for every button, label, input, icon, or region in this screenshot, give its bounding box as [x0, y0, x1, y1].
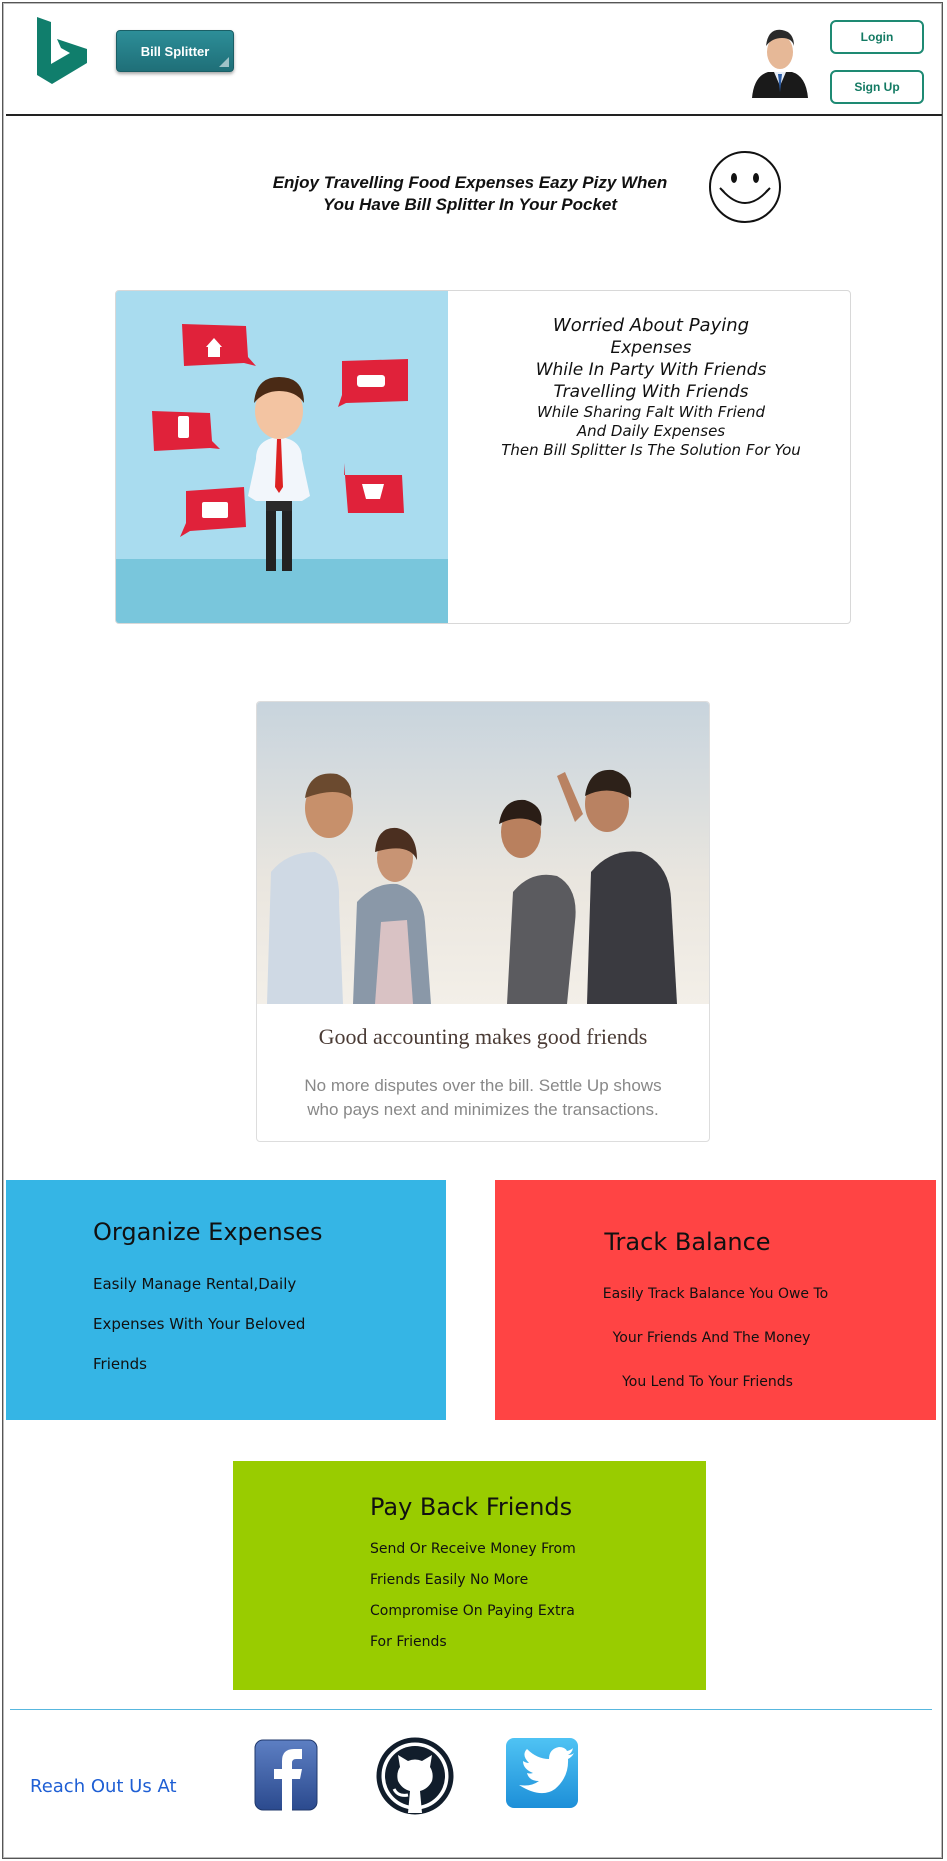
footer-divider — [10, 1709, 932, 1710]
tagline-line-2: You Have Bill Splitter In Your Pocket — [322, 195, 618, 214]
organize-expenses-box: Organize Expenses Easily Manage Rental,D… — [6, 1180, 446, 1420]
worry-line: While In Party With Friends — [535, 360, 767, 380]
tagline-line-1: Enjoy Travelling Food Expenses Eazy Pizy… — [272, 173, 668, 192]
friends-card: Good accounting makes good friends No mo… — [256, 701, 710, 1142]
worry-text: Worried About Paying Expenses While In P… — [456, 315, 846, 460]
organize-line: Expenses With Your Beloved — [93, 1315, 306, 1333]
tagline: Enjoy Travelling Food Expenses Eazy Pizy… — [240, 172, 700, 216]
worry-line: Travelling With Friends — [553, 382, 749, 402]
pay-back-friends-box: Pay Back Friends Send Or Receive Money F… — [233, 1461, 706, 1690]
worry-card: Worried About Paying Expenses While In P… — [115, 290, 851, 624]
payback-line: For Friends — [370, 1634, 447, 1650]
track-balance-box: Track Balance Easily Track Balance You O… — [495, 1180, 936, 1420]
worry-line: Then Bill Splitter Is The Solution For Y… — [501, 441, 801, 459]
payback-line: Friends Easily No More — [370, 1572, 529, 1588]
smiley-icon — [708, 150, 782, 229]
friends-desc-line-2: who pays next and minimizes the transact… — [307, 1100, 659, 1119]
organize-line: Easily Manage Rental,Daily — [93, 1275, 297, 1293]
worry-line: While Sharing Falt With Friend — [536, 403, 766, 421]
twitter-icon[interactable] — [505, 1737, 579, 1814]
friends-photo — [257, 702, 709, 1004]
bill-splitter-button-label: Bill Splitter — [140, 43, 210, 59]
reach-out-label: Reach Out Us At — [30, 1776, 177, 1797]
user-avatar[interactable] — [748, 20, 812, 103]
friends-card-desc: No more disputes over the bill. Settle U… — [287, 1074, 679, 1122]
worry-line: Worried About Paying — [552, 315, 750, 336]
payback-line: Compromise On Paying Extra — [370, 1603, 575, 1619]
organize-title: Organize Expenses — [93, 1218, 323, 1246]
signup-button-label: Sign Up — [854, 80, 900, 94]
track-line: Your Friends And The Money — [612, 1330, 811, 1346]
track-title: Track Balance — [604, 1228, 771, 1256]
friends-card-title: Good accounting makes good friends — [318, 1024, 648, 1049]
payback-title: Pay Back Friends — [370, 1493, 573, 1521]
login-button-label: Login — [860, 30, 894, 44]
login-button[interactable]: Login — [830, 20, 924, 54]
facebook-icon[interactable] — [254, 1739, 318, 1816]
organize-line: Friends — [93, 1355, 147, 1373]
bing-logo-icon[interactable] — [35, 17, 91, 85]
friends-desc-line-1: No more disputes over the bill. Settle U… — [304, 1076, 662, 1095]
signup-button[interactable]: Sign Up — [830, 70, 924, 104]
track-line: You Lend To Your Friends — [622, 1374, 793, 1390]
track-line: Easily Track Balance You Owe To — [602, 1286, 829, 1302]
worry-line: And Daily Expenses — [576, 422, 726, 440]
github-icon[interactable] — [376, 1737, 454, 1820]
bill-splitter-button[interactable]: Bill Splitter — [116, 30, 234, 72]
payback-line: Send Or Receive Money From — [370, 1541, 576, 1557]
header-divider — [6, 114, 942, 116]
worry-line: Expenses — [610, 338, 692, 358]
worried-man-illustration — [116, 291, 448, 623]
